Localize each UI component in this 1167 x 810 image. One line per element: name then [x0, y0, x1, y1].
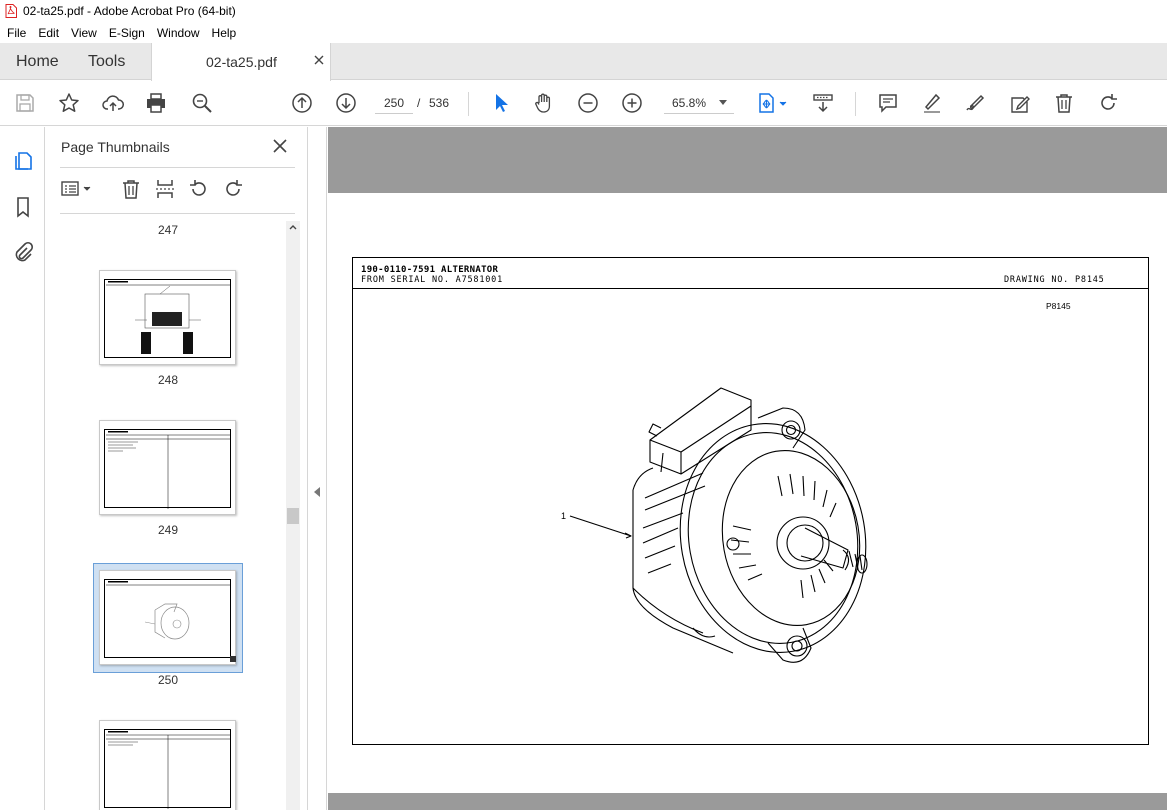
zoom-value: 65.8% — [672, 96, 707, 110]
rotate-clockwise-pages-icon[interactable] — [221, 177, 245, 201]
menu-help[interactable]: Help — [205, 26, 242, 40]
print-icon[interactable] — [144, 91, 168, 115]
chevron-down-icon — [719, 100, 727, 105]
drawing-header: 190-0110-7591 ALTERNATOR FROM SERIAL NO.… — [353, 258, 1148, 289]
document-view[interactable]: 190-0110-7591 ALTERNATOR FROM SERIAL NO.… — [328, 127, 1167, 810]
collapse-arrow-icon[interactable] — [314, 487, 320, 497]
panel-divider — [60, 167, 295, 168]
highlight-pen-icon[interactable] — [920, 91, 944, 115]
page-separator: / — [417, 96, 421, 110]
select-cursor-icon[interactable] — [489, 91, 513, 115]
rotate-counterclockwise-icon[interactable] — [187, 177, 211, 201]
rotate-clockwise-icon[interactable] — [1096, 91, 1120, 115]
parts-table-thumbnail — [106, 431, 231, 509]
toolbar-divider-2 — [855, 92, 856, 116]
panel-title: Page Thumbnails — [61, 139, 170, 155]
thumbnail-options-menu-icon[interactable] — [59, 177, 95, 201]
tab-tools[interactable]: Tools — [88, 43, 125, 80]
thumbnail-page-251[interactable] — [99, 720, 236, 810]
scroll-mode-icon[interactable] — [811, 91, 835, 115]
page-gap-bottom — [328, 793, 1167, 810]
thumbnail-page-250[interactable] — [99, 570, 236, 665]
parts-table-thumbnail — [106, 731, 231, 809]
panel-divider-2 — [60, 213, 295, 214]
delete-pages-icon[interactable] — [119, 177, 143, 201]
drawing-number: DRAWING NO. P8145 — [1004, 275, 1105, 285]
menu-esign[interactable]: E-Sign — [102, 26, 150, 40]
thumbnail-label-247: 247 — [157, 223, 179, 237]
attachment-paperclip-icon[interactable] — [11, 240, 35, 264]
zoom-dropdown[interactable]: 65.8% — [664, 92, 734, 114]
tab-bar: Home Tools 02-ta25.pdf — [0, 43, 1167, 81]
save-icon[interactable] — [13, 91, 37, 115]
left-navigation-rail — [0, 127, 45, 810]
page-thumbnails-panel: Page Thumbnails 247 248 249 250 — [46, 127, 308, 810]
thumbnail-frame — [104, 729, 231, 809]
next-page-icon[interactable] — [334, 91, 358, 115]
main-toolbar: / 536 65.8% — [0, 81, 1167, 126]
close-tab-icon[interactable] — [312, 53, 326, 67]
menu-view[interactable]: View — [64, 26, 102, 40]
tab-home[interactable]: Home — [16, 43, 59, 80]
truck-drawing-thumbnail — [106, 281, 231, 354]
zoom-out-icon[interactable] — [576, 91, 600, 115]
title-bar: 02-ta25.pdf - Adobe Acrobat Pro (64-bit) — [0, 0, 1167, 22]
thumbnail-label-249: 249 — [157, 523, 179, 537]
thumbnail-label-248: 248 — [157, 373, 179, 387]
part-title: 190-0110-7591 ALTERNATOR — [361, 265, 499, 275]
thumbnail-label-250: 250 — [157, 673, 179, 687]
scrollbar-thumb[interactable] — [287, 508, 299, 524]
page-thumbnails-icon[interactable] — [11, 148, 35, 172]
thumbnail-resize-handle[interactable] — [230, 656, 236, 662]
window-title: 02-ta25.pdf - Adobe Acrobat Pro (64-bit) — [23, 4, 236, 18]
tab-document[interactable]: 02-ta25.pdf — [151, 43, 331, 81]
fit-page-icon[interactable] — [756, 91, 790, 115]
comment-icon[interactable] — [876, 91, 900, 115]
zoom-search-icon[interactable] — [190, 91, 214, 115]
draw-pen-icon[interactable] — [964, 91, 988, 115]
page-number-input[interactable] — [375, 92, 413, 114]
menu-window[interactable]: Window — [150, 26, 205, 40]
drawing-code: P8145 — [1046, 301, 1071, 311]
acrobat-pdf-icon — [5, 4, 17, 18]
toolbar-divider — [468, 92, 469, 116]
thumbnail-frame — [104, 279, 231, 358]
thumbnail-frame — [104, 579, 231, 658]
drawing-frame: 190-0110-7591 ALTERNATOR FROM SERIAL NO.… — [352, 257, 1149, 745]
page-gap-top — [328, 127, 1167, 193]
close-panel-icon[interactable] — [271, 137, 289, 155]
alternator-illustration — [569, 387, 868, 663]
delete-trash-icon[interactable] — [1052, 91, 1076, 115]
thumbnail-page-248[interactable] — [99, 270, 236, 365]
total-pages: 536 — [429, 96, 450, 110]
insert-pages-icon[interactable] — [153, 177, 177, 201]
upload-cloud-icon[interactable] — [101, 91, 125, 115]
scroll-up-icon[interactable] — [289, 223, 297, 231]
menu-bar: File Edit View E-Sign Window Help — [0, 22, 1167, 43]
thumbnail-page-249[interactable] — [99, 420, 236, 515]
previous-page-icon[interactable] — [290, 91, 314, 115]
thumbnails-scrollbar[interactable] — [286, 221, 300, 810]
menu-file[interactable]: File — [0, 26, 31, 40]
menu-edit[interactable]: Edit — [31, 26, 64, 40]
hand-tool-icon[interactable] — [532, 91, 556, 115]
serial-line: FROM SERIAL NO. A7581001 — [361, 275, 504, 285]
alternator-drawing-thumbnail — [106, 581, 231, 640]
zoom-in-icon[interactable] — [620, 91, 644, 115]
tab-document-label: 02-ta25.pdf — [206, 54, 277, 70]
bookmark-icon[interactable] — [11, 195, 35, 219]
edit-document-icon[interactable] — [1008, 91, 1032, 115]
star-icon[interactable] — [57, 91, 81, 115]
thumbnail-frame — [104, 429, 231, 509]
collapse-panel-strip[interactable] — [309, 127, 327, 810]
